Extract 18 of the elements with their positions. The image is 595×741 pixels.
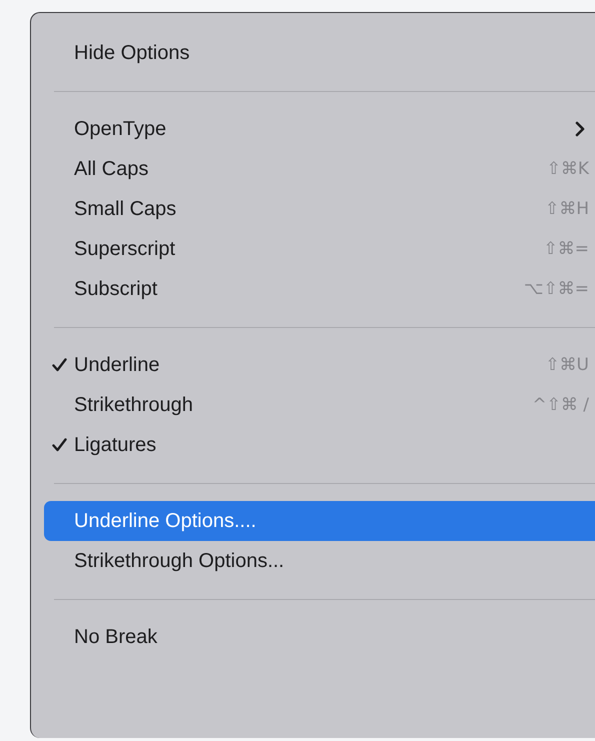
- menu-item[interactable]: Underline Options....: [44, 501, 595, 541]
- keyboard-shortcut: ⇧⌘H: [544, 199, 590, 219]
- menu-item[interactable]: OpenType: [44, 109, 595, 149]
- keyboard-shortcut: ⇧⌘K: [546, 159, 590, 179]
- menu-item[interactable]: Hide Options: [44, 33, 595, 73]
- menu-item[interactable]: All Caps ⇧⌘K: [44, 149, 595, 189]
- menu-item[interactable]: Strikethrough ^⇧⌘ /: [44, 385, 595, 425]
- menu-item[interactable]: Small Caps ⇧⌘H: [44, 189, 595, 229]
- keyboard-shortcut: ⌥⇧⌘=: [524, 279, 590, 299]
- menu-item[interactable]: Superscript ⇧⌘=: [44, 229, 595, 269]
- keyboard-shortcut: ^⇧⌘ /: [532, 395, 590, 415]
- keyboard-shortcut: ⇧⌘U: [545, 355, 590, 375]
- menu-item[interactable]: Subscript ⌥⇧⌘=: [44, 269, 595, 309]
- menu-item[interactable]: Ligatures: [44, 425, 595, 465]
- keyboard-shortcut: ⇧⌘=: [544, 239, 590, 259]
- menu-item[interactable]: No Break: [44, 617, 595, 657]
- menu-item[interactable]: Strikethrough Options...: [44, 541, 595, 581]
- menu-item[interactable]: Underline ⇧⌘U: [44, 345, 595, 385]
